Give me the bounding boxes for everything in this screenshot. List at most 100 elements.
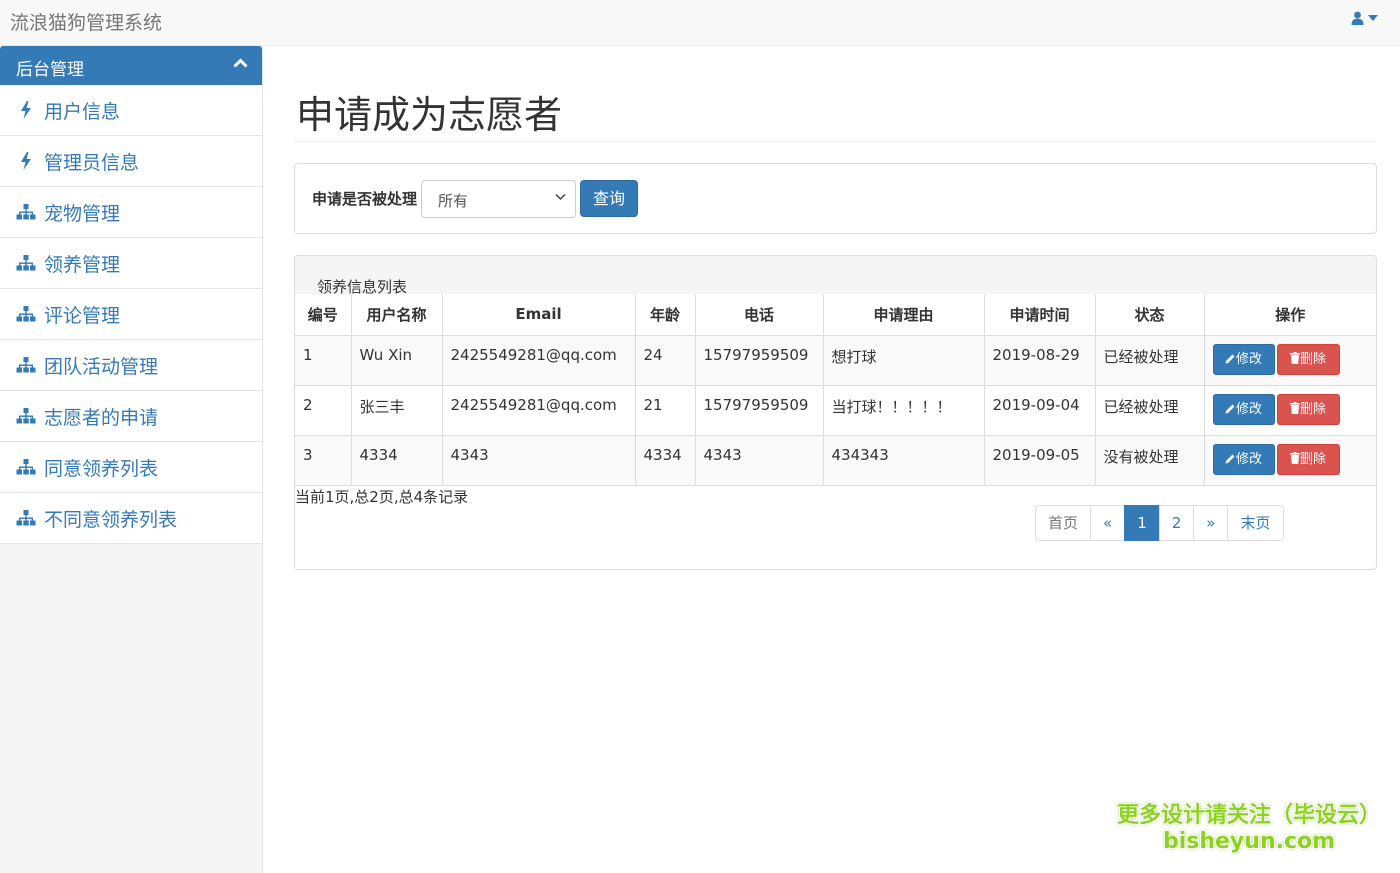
sidebar-item-label: 同意领养列表 xyxy=(44,457,159,480)
sidebar-item-8[interactable]: 同意领养列表 xyxy=(0,442,262,493)
sidebar-menu: 用户信息管理员信息宠物管理领养管理评论管理团队活动管理 志愿者的申请 同意领养列表不… xyxy=(0,85,262,544)
delete-button[interactable]: 删除 xyxy=(1276,343,1340,375)
filter-label: 申请是否被处理 xyxy=(312,190,418,208)
edit-label: 修改 xyxy=(1235,401,1262,417)
table-cell: 4334 xyxy=(350,434,443,486)
sidebar-item-5[interactable]: 评论管理 xyxy=(0,289,262,340)
table-cell: 2019-09-05 xyxy=(983,434,1096,486)
delete-button[interactable]: 删除 xyxy=(1276,443,1340,475)
sidebar-item-label: 团队活动管理 xyxy=(44,355,159,378)
sitemap-icon xyxy=(16,457,36,477)
filter-panel: 申请是否被处理 所有 查询 xyxy=(294,163,1377,234)
last-page-link[interactable]: 末页 xyxy=(1227,505,1284,541)
table-cell: 2425549281@qq.com xyxy=(441,334,636,386)
column-header: 年龄 xyxy=(634,294,696,336)
table-cell: 4334 xyxy=(634,434,696,486)
table-cell: 没有被处理 xyxy=(1094,434,1205,486)
sidebar-header-label: 后台管理 xyxy=(16,60,84,80)
sidebar: 后台管理 用户信息管理员信息宠物管理领养管理评论管理团队活动管理 志愿者的申请 同意… xyxy=(0,46,263,873)
edit-button[interactable]: 修改 xyxy=(1212,343,1275,375)
first-page-link[interactable]: 首页 xyxy=(1035,505,1092,541)
edit-button[interactable]: 修改 xyxy=(1212,443,1275,475)
column-header: 申请理由 xyxy=(822,294,985,336)
column-header: 电话 xyxy=(694,294,824,336)
watermark: 更多设计请关注（毕设云） bisheyun.com xyxy=(1117,797,1381,854)
sitemap-icon xyxy=(16,202,36,222)
user-icon xyxy=(1351,11,1364,25)
trash-icon xyxy=(1289,451,1300,467)
processed-status-select[interactable]: 所有 xyxy=(421,180,576,218)
sidebar-item-7[interactable]: 志愿者的申请 xyxy=(0,391,262,442)
sidebar-item-2[interactable]: 管理员信息 xyxy=(0,136,262,187)
next-page-link[interactable]: » xyxy=(1193,505,1229,541)
pagination: 首页 «1 2» 末页 xyxy=(1035,505,1284,541)
actions-cell: 修改 删除 xyxy=(1203,384,1376,436)
table-cell: 434343 xyxy=(822,434,985,486)
table-cell: 1 xyxy=(295,334,352,386)
table-cell: 24 xyxy=(634,334,696,386)
delete-button[interactable]: 删除 xyxy=(1276,393,1340,425)
table-cell: 2425549281@qq.com xyxy=(441,384,636,436)
delete-label: 删除 xyxy=(1299,351,1326,367)
top-navbar: 流浪猫狗管理系统 xyxy=(0,0,1400,46)
sidebar-header[interactable]: 后台管理 xyxy=(0,46,262,85)
pencil-icon xyxy=(1225,352,1236,367)
page-title: 申请成为志愿者 xyxy=(296,93,563,137)
table-cell: 15797959509 xyxy=(694,384,824,436)
sidebar-item-label: 管理员信息 xyxy=(44,151,140,174)
pencil-icon xyxy=(1225,402,1236,417)
watermark-line-1: 更多设计请关注（毕设云） xyxy=(1117,803,1382,828)
title-divider xyxy=(294,141,1376,142)
list-heading: 领养信息列表 xyxy=(295,256,1376,296)
trash-icon xyxy=(1289,401,1300,417)
sidebar-item-label: 宠物管理 xyxy=(44,202,121,225)
trash-icon xyxy=(1289,351,1300,367)
user-menu[interactable] xyxy=(1351,11,1378,25)
table-row: 1 Wu Xin 2425549281@qq.com 24 15797959509 想打球… xyxy=(295,334,1376,386)
query-button[interactable]: 查询 xyxy=(580,180,638,217)
column-header: 编号 xyxy=(295,294,352,336)
table-cell: 4343 xyxy=(441,434,636,486)
table-cell: 3 xyxy=(295,434,352,486)
sidebar-item-label: 领养管理 xyxy=(44,253,121,276)
sidebar-item-4[interactable]: 领养管理 xyxy=(0,238,262,289)
table-cell: 4343 xyxy=(694,434,824,486)
table-cell: 15797959509 xyxy=(694,334,824,386)
prev-page-link[interactable]: « xyxy=(1090,505,1126,541)
table-header-row: 编号 用户名称 Email 年龄 电话 申请理由 申请时间 状态 操作 xyxy=(295,294,1376,336)
column-header: 操作 xyxy=(1203,294,1376,336)
sidebar-item-label: 用户信息 xyxy=(44,100,121,123)
actions-cell: 修改 删除 xyxy=(1203,434,1376,486)
list-panel: 领养信息列表 编号 用户名称 Email 年龄 电话 申请理由 申请时间 状态 操作 1 Wu X… xyxy=(294,255,1377,570)
edit-button[interactable]: 修改 xyxy=(1212,393,1275,425)
sitemap-icon xyxy=(16,253,36,273)
table-cell: 2 xyxy=(295,384,352,436)
delete-label: 删除 xyxy=(1299,401,1326,417)
table-cell: 2019-08-29 xyxy=(983,334,1096,386)
table-cell: 张三丰 xyxy=(350,384,443,436)
sidebar-item-1[interactable]: 用户信息 xyxy=(0,85,262,136)
watermark-line-2: bisheyun.com xyxy=(1162,829,1336,854)
column-header: 用户名称 xyxy=(350,294,443,336)
table-row: 3 4334 4343 4334 4343 434343 2019-09-05 没有被处理 修改… xyxy=(295,434,1376,486)
sidebar-item-label: 志愿者的申请 xyxy=(44,406,159,429)
chevron-down-icon xyxy=(555,193,566,201)
pencil-icon xyxy=(1225,452,1236,467)
column-header: 申请时间 xyxy=(983,294,1096,336)
select-value: 所有 xyxy=(438,192,469,210)
table-row: 2 张三丰 2425549281@qq.com 21 15797959509 当打球！！！… xyxy=(295,384,1376,436)
page-link-2[interactable]: 2 xyxy=(1158,505,1195,541)
bolt-icon xyxy=(16,100,36,120)
sidebar-item-3[interactable]: 宠物管理 xyxy=(0,187,262,238)
sidebar-item-9[interactable]: 不同意领养列表 xyxy=(0,493,262,544)
sidebar-item-6[interactable]: 团队活动管理 xyxy=(0,340,262,391)
sitemap-icon xyxy=(16,355,36,375)
table-body: 1 Wu Xin 2425549281@qq.com 24 15797959509 想打球… xyxy=(295,334,1376,486)
page-link-1[interactable]: 1 xyxy=(1124,505,1160,541)
sidebar-item-label: 评论管理 xyxy=(44,304,121,327)
sitemap-icon xyxy=(16,406,36,426)
app-title[interactable]: 流浪猫狗管理系统 xyxy=(10,8,162,35)
records-summary: 当前1页,总2页,总4条记录 xyxy=(295,488,469,506)
table-cell: Wu Xin xyxy=(350,334,443,386)
actions-cell: 修改 删除 xyxy=(1203,334,1376,386)
